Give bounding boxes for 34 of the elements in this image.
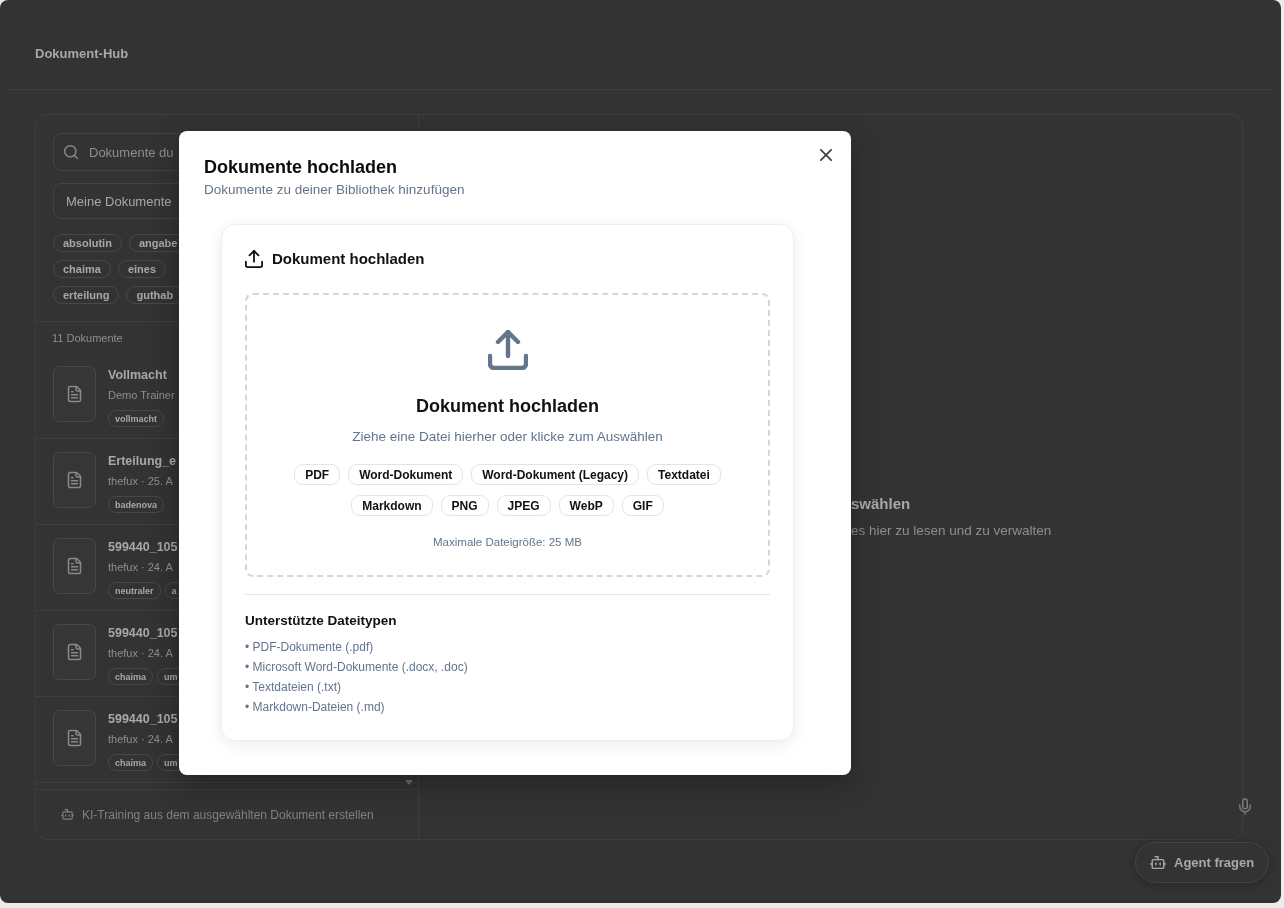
supported-types-title: Unterstützte Dateitypen: [245, 612, 397, 630]
file-type-tag: Word-Dokument (Legacy): [471, 464, 640, 485]
dropzone-title: Dokument hochladen: [416, 395, 599, 418]
supported-type-item: • Microsoft Word-Dokumente (.docx, .doc): [245, 659, 468, 676]
document-meta: thefux · 24. A: [108, 646, 173, 660]
file-type-tag: PNG: [440, 495, 489, 516]
card-title: Dokument hochladen: [272, 249, 425, 269]
supported-type-item: • Markdown-Dateien (.md): [245, 699, 385, 716]
file-type-tag: Markdown: [351, 495, 433, 516]
file-type-tag: GIF: [621, 495, 664, 516]
document-tag: vollmacht: [108, 410, 164, 427]
document-meta: thefux · 24. A: [108, 560, 173, 574]
empty-state-title: swählen: [851, 494, 911, 514]
app-title: Dokument-Hub: [35, 45, 129, 63]
supported-type-item: • PDF-Dokumente (.pdf): [245, 639, 374, 656]
supported-type-item: • Textdateien (.txt): [245, 679, 342, 696]
empty-state-text: es hier zu lesen und zu verwalten: [851, 522, 1052, 540]
document-tag: chaima: [108, 668, 154, 685]
file-type-tag: Word-Dokument: [348, 464, 464, 485]
document-tag: neutraler: [108, 582, 161, 599]
max-size-text: Maximale Dateigröße: 25 MB: [433, 535, 582, 550]
document-count: 11 Dokumente: [52, 331, 123, 345]
document-meta: thefux · 25. A: [108, 474, 173, 488]
dialog-title: Dokumente hochladen: [204, 156, 398, 179]
file-type-tag: JPEG: [496, 495, 551, 516]
document-meta: Demo Trainer: [108, 388, 175, 402]
document-tag: badenova: [108, 496, 164, 513]
dropzone-hint: Ziehe eine Datei hierher oder klicke zum Auswählen: [352, 428, 663, 446]
document-tag: chaima: [108, 754, 154, 771]
dialog-subtitle: Dokumente zu deiner Bibliothek hinzufügen: [204, 181, 465, 199]
document-meta: thefux · 24. A: [108, 732, 173, 746]
file-type-tag: Textdatei: [647, 464, 721, 485]
file-type-tag: PDF: [294, 464, 341, 485]
file-type-tag: WebP: [558, 495, 614, 516]
